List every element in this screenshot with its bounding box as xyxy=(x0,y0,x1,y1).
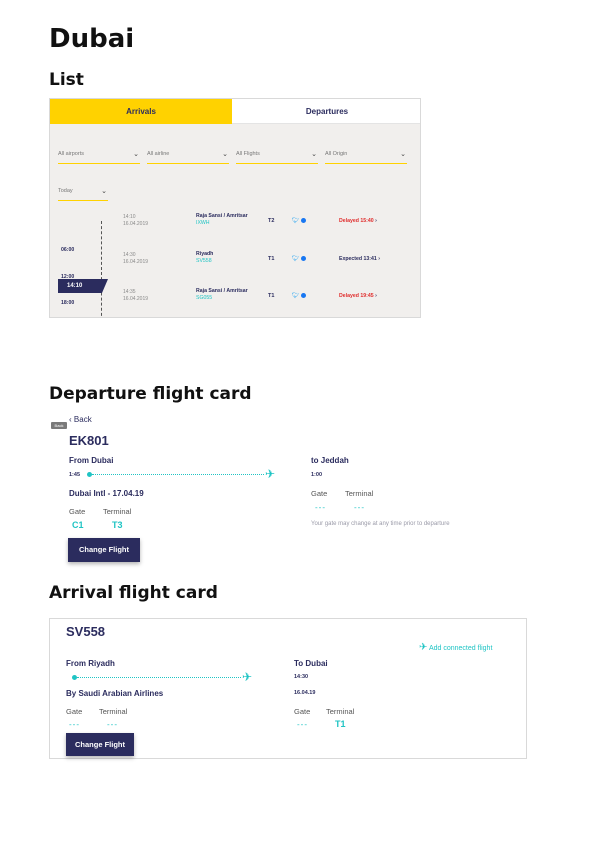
chevron-down-icon: ⌄ xyxy=(133,151,139,158)
table-row[interactable]: 14:30 16.04.2019 Riyadh SV558 T1 🐦︎ Expe… xyxy=(50,249,420,269)
arrival-time: 1:00 xyxy=(311,472,323,478)
filter-date[interactable]: Today ⌄ xyxy=(58,188,108,201)
table-row[interactable]: 14:35 16.04.2019 Raja Sansi / Amritsar S… xyxy=(50,286,420,306)
chevron-left-icon: ‹ xyxy=(69,415,72,424)
section-title-arrival: Arrival flight card xyxy=(49,583,218,603)
to-terminal-label: Terminal xyxy=(345,489,374,498)
filter-date-label: Today xyxy=(58,188,73,194)
filter-airports-label: All airports xyxy=(58,151,84,157)
filter-origin-label: All Origin xyxy=(325,151,348,157)
chevron-down-icon: ⌄ xyxy=(400,151,406,158)
change-flight-button[interactable]: Change Flight xyxy=(68,538,140,562)
chevron-right-icon: › xyxy=(375,218,377,224)
to-terminal-value: --- xyxy=(354,503,365,512)
arrival-time: 14:30 xyxy=(294,674,309,680)
row-destination: Riyadh xyxy=(196,251,214,257)
change-flight-button[interactable]: Change Flight xyxy=(66,733,134,756)
filter-airline-label: All airline xyxy=(147,151,170,157)
from-label: From Dubai xyxy=(69,456,114,465)
back-link[interactable]: ‹ Back xyxy=(69,415,92,424)
row-flight-number: SG055 xyxy=(196,294,213,301)
terminal-value: --- xyxy=(107,720,118,729)
plane-plus-icon: ✈ xyxy=(419,642,428,653)
twitter-icon[interactable]: 🐦︎ xyxy=(292,293,300,299)
row-destination: Raja Sansi / Amritsar xyxy=(196,288,248,294)
tab-arrivals[interactable]: Arrivals xyxy=(50,99,232,124)
row-date: 16.04.2019 xyxy=(123,259,149,265)
row-date: 16.04.2019 xyxy=(123,221,149,227)
to-label: to Jeddah xyxy=(311,456,349,465)
plane-icon: ✈ xyxy=(265,467,276,481)
filter-flights-label: All Flights xyxy=(236,151,260,157)
arrival-date: 16.04.19 xyxy=(294,690,316,696)
chevron-down-icon: ⌄ xyxy=(222,151,228,158)
terminal-label: Terminal xyxy=(99,707,128,716)
twitter-icon[interactable]: 🐦︎ xyxy=(292,218,300,224)
twitter-icon[interactable]: 🐦︎ xyxy=(292,256,300,262)
add-connected-flight-link[interactable]: ✈ Add connected flight xyxy=(419,642,492,653)
messenger-icon[interactable] xyxy=(301,255,307,261)
departure-time: 1:45 xyxy=(69,472,81,478)
filter-origin[interactable]: All Origin ⌄ xyxy=(325,151,407,164)
flight-list-panel: Arrivals Departures All airports ⌄ All a… xyxy=(49,98,421,318)
arrival-flight-card: SV558 ✈ Add connected flight From Riyadh… xyxy=(49,618,527,759)
to-terminal-label: Terminal xyxy=(326,707,355,716)
airport-date: Dubai Intl - 17.04.19 xyxy=(69,489,144,498)
row-flight-number: SV558 xyxy=(196,257,212,264)
to-terminal-value: T1 xyxy=(335,719,346,729)
gate-label: Gate xyxy=(66,707,83,716)
row-flight-number: IXWH xyxy=(196,219,210,226)
to-gate-label: Gate xyxy=(294,707,311,716)
messenger-icon[interactable] xyxy=(301,217,307,223)
chevron-down-icon: ⌄ xyxy=(311,151,317,158)
flight-number: SV558 xyxy=(66,624,106,639)
from-label: From Riyadh xyxy=(66,659,115,668)
row-time: 14:35 xyxy=(123,289,136,295)
flight-number: EK801 xyxy=(69,433,109,448)
section-title-list: List xyxy=(49,70,84,90)
row-status[interactable]: Delayed 15:40 › xyxy=(339,218,377,224)
gate-label: Gate xyxy=(69,507,86,516)
airline-label: By Saudi Arabian Airlines xyxy=(66,689,164,698)
chevron-right-icon: › xyxy=(378,256,380,262)
to-label: To Dubai xyxy=(294,659,328,668)
filter-airline[interactable]: All airline ⌄ xyxy=(147,151,229,164)
tab-departures[interactable]: Departures xyxy=(232,99,420,124)
gate-value: C1 xyxy=(72,520,84,530)
table-row[interactable]: 14:10 16.04.2019 Raja Sansi / Amritsar I… xyxy=(50,211,420,231)
route-line xyxy=(92,474,264,475)
row-date: 16.04.2019 xyxy=(123,296,149,302)
row-terminal: T1 xyxy=(268,293,275,299)
plane-icon: ✈ xyxy=(242,670,253,684)
section-title-departure: Departure flight card xyxy=(49,384,252,404)
gate-value: --- xyxy=(69,720,80,729)
terminal-value: T3 xyxy=(112,520,123,530)
page-title: Dubai xyxy=(49,24,135,54)
messenger-icon[interactable] xyxy=(301,292,307,298)
filter-airports[interactable]: All airports ⌄ xyxy=(58,151,140,164)
to-gate-value: --- xyxy=(297,720,308,729)
to-gate-label: Gate xyxy=(311,489,328,498)
row-terminal: T2 xyxy=(268,218,275,224)
to-gate-value: --- xyxy=(315,503,326,512)
chevron-right-icon: › xyxy=(375,293,377,299)
terminal-label: Terminal xyxy=(103,507,132,516)
row-status[interactable]: Expected 13:41 › xyxy=(339,256,380,262)
chevron-down-icon: ⌄ xyxy=(101,188,107,195)
row-time: 14:10 xyxy=(123,214,136,220)
filter-flights[interactable]: All Flights ⌄ xyxy=(236,151,318,164)
row-destination: Raja Sansi / Amritsar xyxy=(196,213,248,219)
row-status[interactable]: Delayed 19:45 › xyxy=(339,293,377,299)
route-line xyxy=(77,677,241,678)
row-time: 14:30 xyxy=(123,252,136,258)
row-terminal: T1 xyxy=(268,256,275,262)
gate-change-note: Your gate may change at any time prior t… xyxy=(311,521,450,527)
back-badge: Back xyxy=(51,422,67,429)
